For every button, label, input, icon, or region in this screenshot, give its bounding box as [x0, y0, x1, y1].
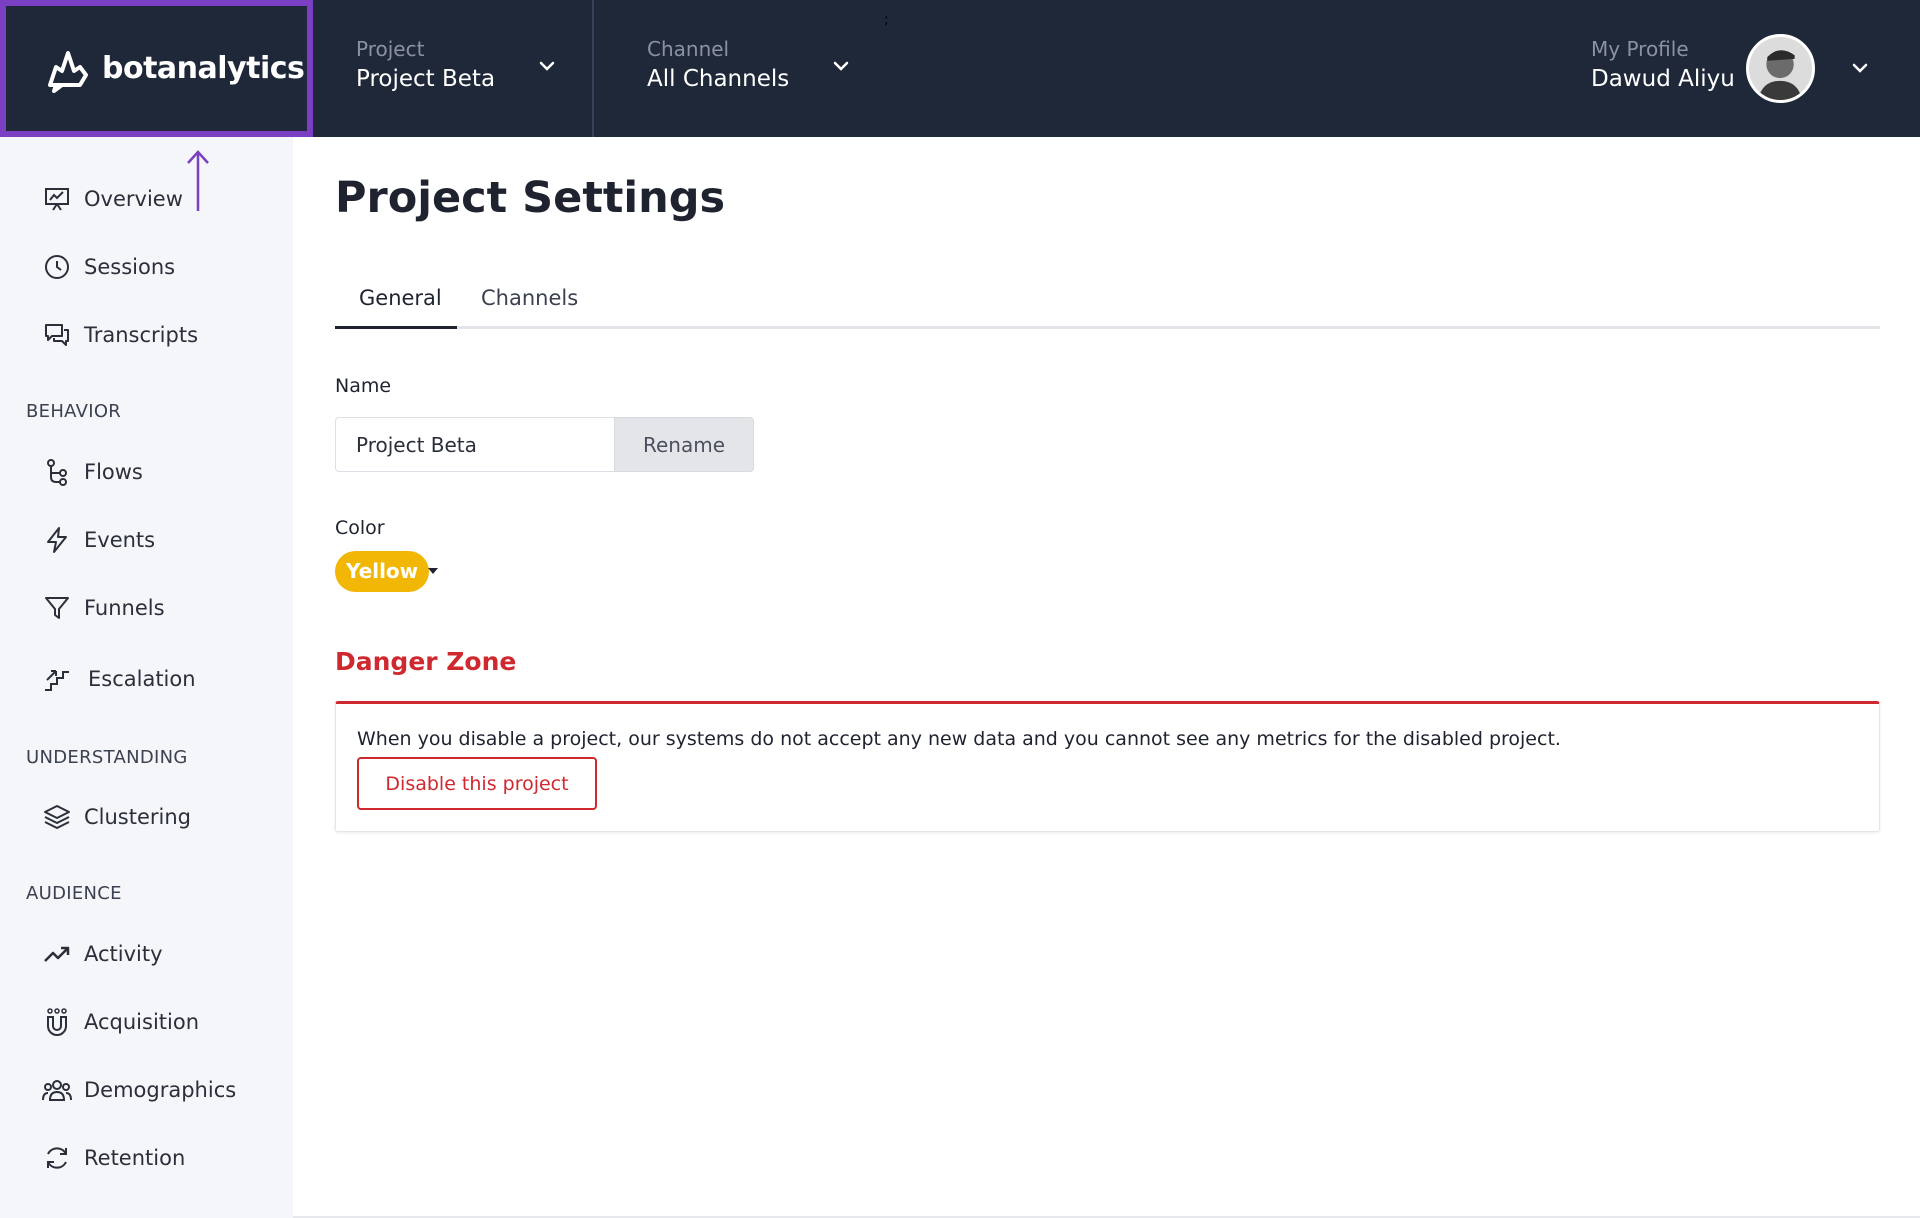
sidebar-item-acquisition[interactable]: Acquisition: [42, 1002, 199, 1042]
trending-up-icon: [44, 946, 70, 962]
page-title: Project Settings: [335, 173, 726, 223]
user-avatar-icon: [1749, 37, 1812, 100]
sidebar-item-demographics[interactable]: Demographics: [42, 1070, 236, 1110]
refresh-icon: [47, 1147, 67, 1169]
project-selector[interactable]: Project Project Beta: [356, 36, 557, 96]
danger-zone-description: When you disable a project, our systems …: [357, 728, 1561, 750]
sidebar: Overview Sessions Transcripts BEHAVIOR F…: [0, 137, 293, 1218]
funnel-icon: [45, 597, 69, 619]
avatar[interactable]: [1746, 34, 1815, 103]
layers-icon: [44, 805, 70, 829]
project-name-input[interactable]: [335, 417, 615, 472]
project-selector-value: Project Beta: [356, 66, 496, 92]
sidebar-item-overview[interactable]: Overview: [42, 179, 183, 219]
disable-project-button[interactable]: Disable this project: [357, 757, 597, 810]
lightning-icon: [47, 527, 67, 553]
section-header-behavior: BEHAVIOR: [26, 401, 122, 422]
sidebar-item-label: Funnels: [84, 596, 165, 620]
users-icon: [42, 1080, 72, 1101]
presentation-chart-icon: [45, 188, 69, 211]
header-divider: [592, 0, 594, 137]
settings-tabs: General Channels: [335, 283, 1880, 329]
sidebar-item-flows[interactable]: Flows: [42, 452, 143, 492]
flow-branch-icon: [47, 459, 67, 486]
botanalytics-logo-icon: [48, 50, 88, 93]
sidebar-item-retention[interactable]: Retention: [42, 1138, 185, 1178]
color-field-label: Color: [335, 517, 385, 539]
rename-button[interactable]: Rename: [614, 417, 754, 472]
profile-menu[interactable]: My Profile Dawud Aliyu: [1591, 36, 1735, 96]
sidebar-item-escalation[interactable]: Escalation: [42, 659, 196, 699]
sidebar-item-label: Sessions: [84, 255, 176, 279]
section-header-understanding: UNDERSTANDING: [26, 747, 188, 768]
profile-label: My Profile: [1591, 37, 1689, 61]
sidebar-item-label: Acquisition: [84, 1010, 200, 1034]
sidebar-item-label: Demographics: [84, 1078, 237, 1102]
chevron-down-icon: [539, 61, 555, 71]
chevron-down-icon: [833, 61, 849, 71]
sidebar-item-events[interactable]: Events: [42, 520, 155, 560]
sidebar-item-label: Escalation: [88, 667, 196, 691]
sidebar-item-label: Retention: [84, 1146, 186, 1170]
magnet-icon: [47, 1008, 67, 1036]
brand-logo[interactable]: botanalytics: [0, 0, 313, 137]
stairs-icon: [45, 670, 69, 691]
sidebar-item-funnels[interactable]: Funnels: [42, 588, 165, 628]
color-select[interactable]: Yellow: [335, 551, 430, 592]
sidebar-item-activity[interactable]: Activity: [42, 934, 163, 974]
brand-name: botanalytics: [102, 51, 305, 86]
caret-down-icon[interactable]: [426, 564, 440, 578]
sidebar-item-label: Clustering: [84, 805, 192, 829]
tab-general[interactable]: General: [335, 283, 457, 329]
channel-selector-label: Channel: [647, 37, 730, 61]
danger-zone-panel: When you disable a project, our systems …: [335, 701, 1880, 832]
sidebar-item-label: Flows: [84, 460, 143, 484]
chat-bubbles-icon: [45, 324, 69, 346]
section-header-audience: AUDIENCE: [26, 883, 122, 904]
danger-zone-title: Danger Zone: [335, 647, 517, 676]
sidebar-item-clustering[interactable]: Clustering: [42, 797, 191, 837]
sidebar-item-transcripts[interactable]: Transcripts: [42, 315, 198, 355]
annotation-arrow-icon: [187, 150, 209, 211]
name-field-label: Name: [335, 375, 392, 397]
stray-mark: ;: [884, 12, 889, 28]
sidebar-item-sessions[interactable]: Sessions: [42, 247, 175, 287]
sidebar-item-label: Transcripts: [84, 323, 199, 347]
channel-selector[interactable]: Channel All Channels: [647, 36, 851, 96]
sidebar-item-label: Overview: [84, 187, 183, 211]
sidebar-item-label: Activity: [84, 942, 163, 966]
chevron-down-icon[interactable]: [1850, 58, 1870, 78]
channel-selector-value: All Channels: [647, 66, 790, 92]
main-content: Project Settings General Channels Name R…: [293, 137, 1920, 1218]
top-navigation-bar: botanalytics Project Project Beta Channe…: [0, 0, 1920, 137]
project-selector-label: Project: [356, 37, 425, 61]
sidebar-item-label: Events: [84, 528, 156, 552]
tab-channels[interactable]: Channels: [457, 283, 602, 329]
profile-name: Dawud Aliyu: [1591, 66, 1735, 92]
clock-icon: [45, 255, 69, 279]
